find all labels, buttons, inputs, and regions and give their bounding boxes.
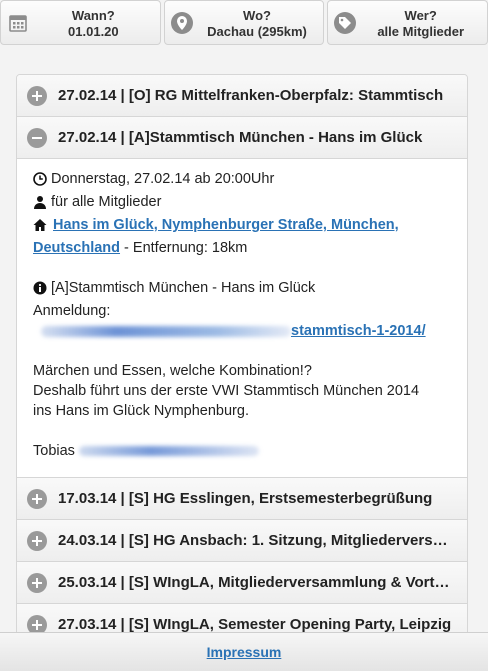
event-title: 27.03.14 | [S] WIngLA, Semester Opening … (58, 616, 452, 633)
who-filter-label: Wer? (404, 8, 437, 23)
event-info-row: [A]Stammtisch München - Hans im Glück (33, 278, 451, 301)
event-audience-row: für alle Mitglieder (33, 192, 451, 215)
expand-plus-icon (27, 572, 47, 593)
event-detail: Donnerstag, 27.02.14 ab 20:00Uhr für all… (17, 159, 467, 478)
calendar-icon (7, 12, 29, 34)
event-item-collapsed[interactable]: 17.03.14 | [S] HG Esslingen, Erstsemeste… (17, 478, 467, 520)
when-filter-label: Wann? (71, 8, 115, 23)
event-location-link[interactable]: Hans im Glück, Nymphenburger Straße, Mün… (53, 217, 399, 233)
where-filter-label: Wo? (243, 8, 271, 23)
event-title: 27.02.14 | [O] RG Mittelfranken-Oberpfal… (58, 87, 444, 104)
tag-icon (334, 12, 357, 34)
event-item-collapsed[interactable]: 27.02.14 | [O] RG Mittelfranken-Oberpfal… (17, 75, 467, 117)
where-filter-value: Dachau (295km) (207, 24, 307, 39)
registration-link[interactable]: stammtisch-1-2014/ (291, 323, 426, 339)
user-icon (33, 195, 49, 215)
event-location-row-2: Deutschland - Entfernung: 18km (33, 238, 451, 258)
clock-icon (33, 172, 49, 192)
where-filter-button[interactable]: Wo? Dachau (295km) (163, 0, 325, 45)
event-distance: - Entfernung: 18km (120, 240, 248, 256)
event-location-row: Hans im Glück, Nymphenburger Straße, Mün… (33, 215, 451, 238)
expand-plus-icon (27, 530, 47, 551)
event-item-collapsed[interactable]: 25.03.14 | [S] WIngLA, Mitgliederversamm… (17, 562, 467, 604)
redacted-link-blur (41, 325, 291, 337)
event-body-line: Deshalb führt uns der erste VWI Stammtis… (33, 383, 420, 399)
event-item-collapsed[interactable]: 24.03.14 | [S] HG Ansbach: 1. Sitzung, M… (17, 520, 467, 562)
who-filter-button[interactable]: Wer? alle Mitglieder (327, 0, 488, 45)
expand-plus-icon (27, 488, 47, 509)
home-icon (33, 218, 49, 238)
redacted-name-blur (78, 446, 259, 457)
who-filter-value: alle Mitglieder (377, 24, 465, 39)
collapse-minus-icon (27, 127, 47, 148)
event-list: 27.02.14 | [O] RG Mittelfranken-Oberpfal… (16, 74, 468, 636)
when-filter-value: 01.01.20 (68, 24, 119, 39)
registration-label: Anmeldung: (33, 303, 111, 319)
location-pin-icon (170, 12, 193, 34)
event-body-line: ins Hans im Glück Nymphenburg. (33, 403, 249, 419)
registration-row: stammtisch-1-2014/ (33, 321, 451, 341)
event-signature: Tobias (33, 443, 75, 459)
impressum-link[interactable]: Impressum (207, 644, 282, 660)
event-datetime: Donnerstag, 27.02.14 ab 20:00Uhr (51, 171, 275, 187)
event-body-line: Märchen und Essen, welche Kombination!? (33, 363, 312, 379)
expand-plus-icon (27, 85, 47, 106)
event-signature-row: Tobias (33, 441, 451, 461)
footer: Impressum (0, 632, 488, 671)
event-location-link-cont[interactable]: Deutschland (33, 240, 120, 256)
when-filter-button[interactable]: Wann? 01.01.20 (0, 0, 161, 45)
info-icon (33, 281, 49, 301)
event-title: 17.03.14 | [S] HG Esslingen, Erstsemeste… (58, 490, 433, 507)
event-info-title: [A]Stammtisch München - Hans im Glück (51, 280, 316, 296)
event-audience: für alle Mitglieder (51, 194, 162, 210)
filter-bar: Wann? 01.01.20 Wo? Dachau (295km) Wer? a… (0, 0, 488, 47)
event-title: 27.02.14 | [A]Stammtisch München - Hans … (58, 129, 423, 146)
event-item-expanded[interactable]: 27.02.14 | [A]Stammtisch München - Hans … (17, 117, 467, 159)
event-title: 25.03.14 | [S] WIngLA, Mitgliederversamm… (58, 574, 458, 591)
event-title: 24.03.14 | [S] HG Ansbach: 1. Sitzung, M… (58, 532, 467, 549)
event-datetime-row: Donnerstag, 27.02.14 ab 20:00Uhr (33, 169, 451, 192)
